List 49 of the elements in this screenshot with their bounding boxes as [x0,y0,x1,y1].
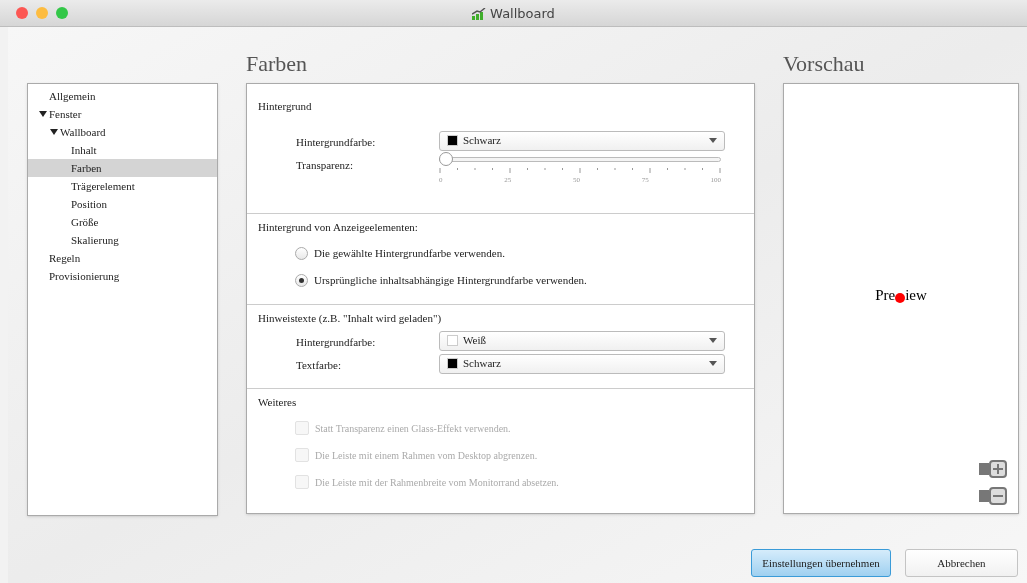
chart-icon [472,7,487,20]
slider-thumb[interactable] [439,151,453,166]
group-title: Hintergrund [258,99,313,114]
dropdown-arrow-icon [709,138,717,143]
group-title: Hinweistexte (z.B. "Inhalt wird geladen") [258,311,443,326]
radio-button[interactable] [295,273,308,287]
field-label: Transparenz: [296,157,355,173]
cancel-button[interactable]: Abbrechen [905,549,1018,577]
tree-item[interactable]: Wallboard [28,123,217,141]
section-heading: Vorschau [783,50,866,78]
tree-item[interactable]: Größe [28,213,217,231]
field-label: Hintergrundfarbe: [296,134,377,150]
tree-item[interactable]: Regeln [28,249,217,267]
expanded-arrow-icon[interactable] [38,111,47,117]
window-title: Wallboard [490,4,555,23]
radio-button[interactable] [295,246,308,260]
zoom-in-icon[interactable] [979,460,1007,478]
minimize-button[interactable] [36,7,48,19]
zoom-out-icon[interactable] [979,487,1007,505]
group-title: Hintergrund von Anzeigeelementen: [258,220,419,235]
close-button[interactable] [16,7,28,19]
color-dropdown[interactable]: Schwarz [439,353,725,374]
dropdown-arrow-icon [709,338,717,343]
expanded-arrow-icon[interactable] [49,129,58,135]
field-label: Textfarbe: [296,357,343,373]
checkbox-label: Statt Transparenz einen Glass-Effekt verwenden. [315,421,511,436]
group-title: Weiteres [258,395,298,410]
tree-item[interactable]: Fenster [28,105,217,123]
tree-item[interactable]: Trägerelement [28,177,217,195]
tree-item[interactable]: Allgemein [28,87,217,105]
section-heading: Farben [246,50,309,78]
dropdown-arrow-icon [709,361,717,366]
tree-item[interactable]: Inhalt [28,141,217,159]
checkbox-label: Die Leiste mit einem Rahmen vom Desktop abgrenzen. [315,448,538,463]
apply-button[interactable]: Einstellungen übernehmen [751,549,891,577]
checkbox-label: Die Leiste mit der Rahmenbreite vom Monitorrand absetzen. [315,475,559,490]
zoom-button[interactable] [56,7,68,19]
tree-item[interactable]: Provisionierung [28,267,217,285]
tree-item[interactable]: Skalierung [28,231,217,249]
slider-track[interactable] [439,151,721,166]
preview-text: Pre [875,286,896,305]
tree-item[interactable]: Farben [28,159,217,177]
color-dropdown[interactable]: Schwarz [439,130,725,151]
preview-text: iew [905,286,927,305]
field-label: Hintergrundfarbe: [296,334,377,350]
radio-label: Die gewählte Hintergrundfarbe verwenden. [314,245,505,261]
radio-label: Ursprüngliche inhaltsabhängige Hintergrundfarbe verwenden. [314,272,587,288]
tree-item[interactable]: Position [28,195,217,213]
color-dropdown[interactable]: Weiß [439,330,725,351]
